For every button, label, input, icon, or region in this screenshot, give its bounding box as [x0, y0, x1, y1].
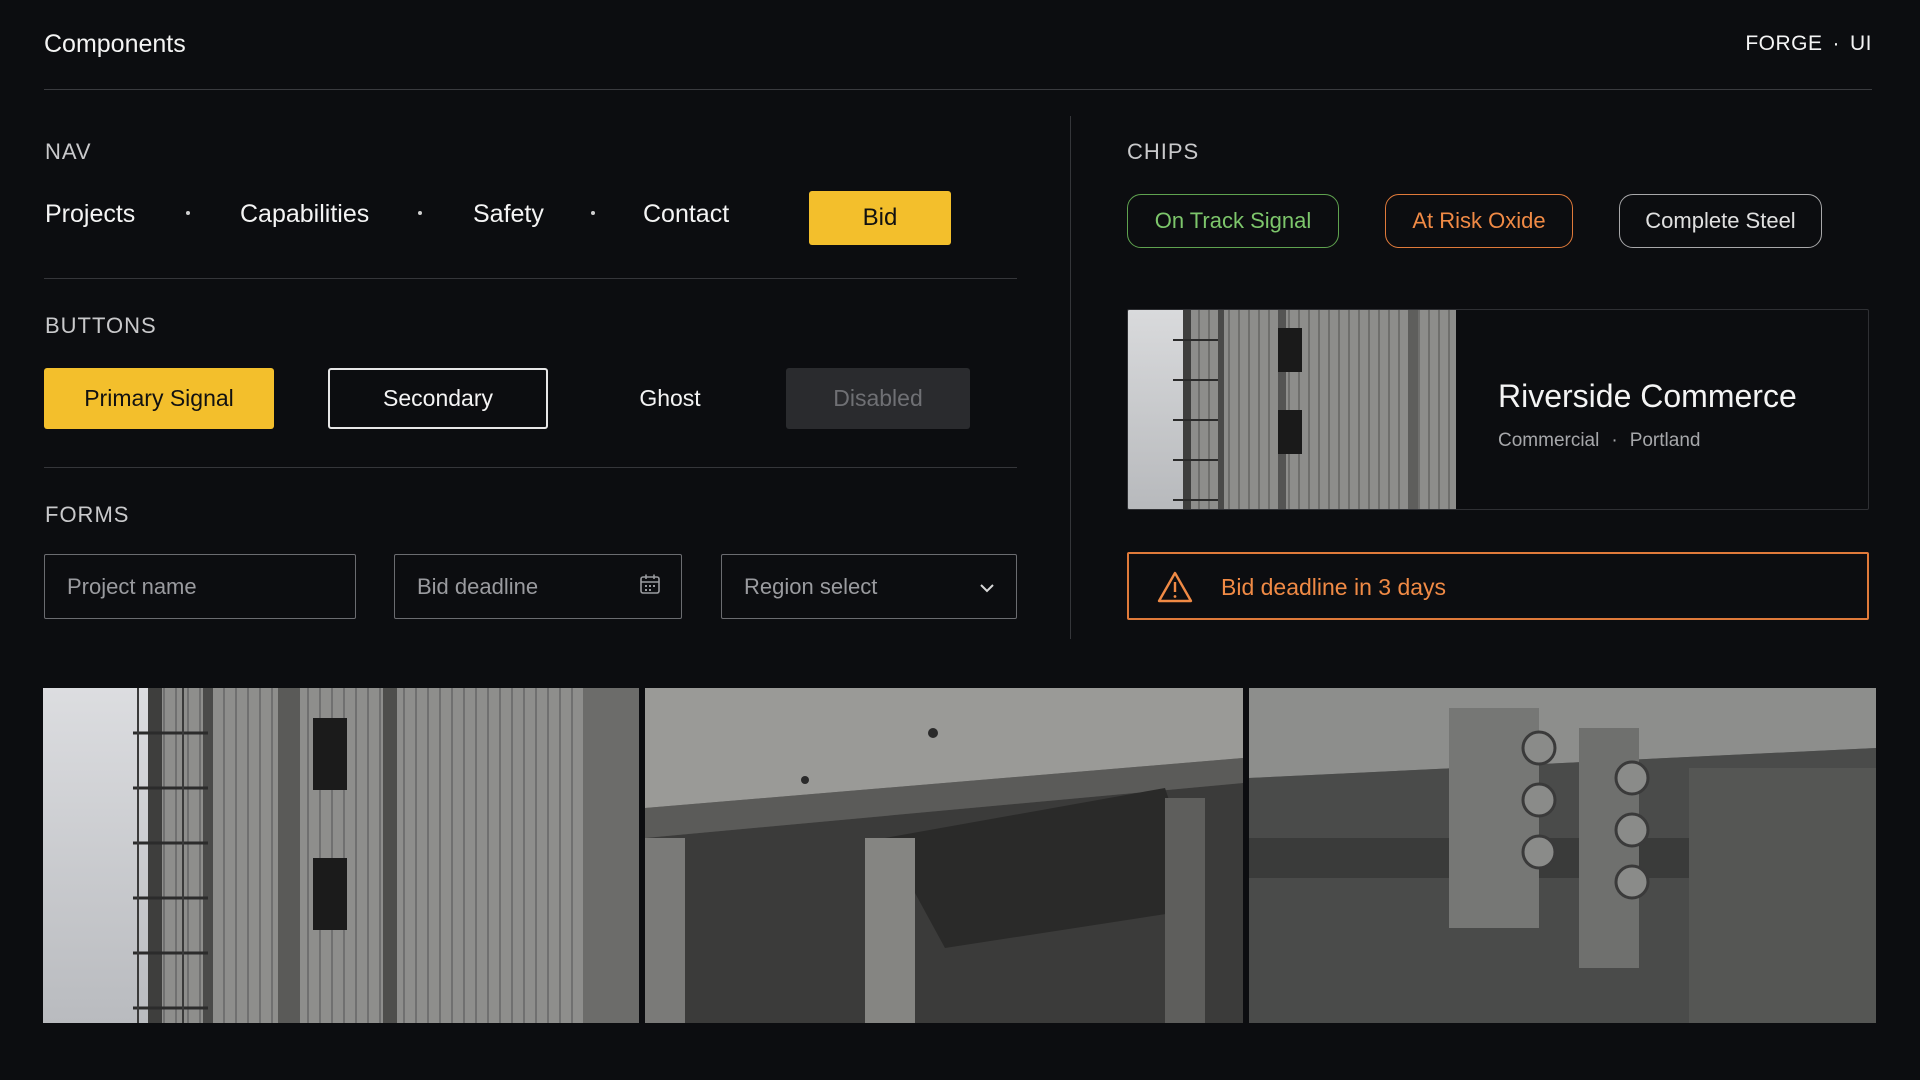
project-card-title: Riverside Commerce: [1498, 378, 1797, 414]
nav-separator-dot: [186, 211, 190, 215]
secondary-button[interactable]: Secondary: [328, 368, 548, 429]
nav-item-contact[interactable]: Contact: [643, 200, 729, 229]
section-label-nav: NAV: [45, 139, 92, 164]
ghost-button[interactable]: Ghost: [600, 368, 740, 429]
nav-separator-dot: [591, 211, 595, 215]
divider: [44, 467, 1017, 468]
alert-message: Bid deadline in 3 days: [1221, 574, 1447, 600]
nav-separator-dot: [418, 211, 422, 215]
photo-concrete-frame: [645, 688, 1243, 1023]
column-divider: [1070, 116, 1071, 639]
warning-icon: [1156, 570, 1194, 609]
section-label-forms: FORMS: [45, 502, 130, 527]
section-label-chips: CHIPS: [1127, 139, 1200, 164]
primary-button[interactable]: Primary Signal: [44, 368, 274, 429]
nav-item-capabilities[interactable]: Capabilities: [240, 200, 369, 229]
bid-deadline-placeholder: Bid deadline: [417, 573, 539, 599]
meta-separator: ·: [1611, 430, 1618, 451]
deadline-alert: Bid deadline in 3 days: [1127, 552, 1869, 620]
project-name-placeholder: Project name: [67, 573, 197, 599]
project-card-meta: Commercial · Portland: [1498, 430, 1700, 452]
nav-item-safety[interactable]: Safety: [473, 200, 544, 229]
brand-suffix: UI: [1850, 32, 1872, 55]
chip-at-risk[interactable]: At Risk Oxide: [1385, 194, 1573, 248]
header: Components FORGE · UI: [44, 0, 1872, 90]
page-title: Components: [44, 30, 186, 58]
photo-facade: [43, 688, 639, 1023]
bid-deadline-input[interactable]: Bid deadline: [394, 554, 682, 619]
project-card-image: [1128, 310, 1456, 509]
region-select[interactable]: Region select: [721, 554, 1017, 619]
region-select-value: Region select: [744, 573, 878, 599]
brand-separator: ·: [1832, 32, 1840, 55]
divider: [44, 278, 1017, 279]
brand-mark: FORGE · UI: [1745, 32, 1872, 56]
section-label-buttons: BUTTONS: [45, 313, 157, 338]
nav-item-projects[interactable]: Projects: [45, 200, 135, 229]
calendar-icon[interactable]: [639, 573, 661, 601]
disabled-button: Disabled: [786, 368, 970, 429]
project-card[interactable]: Riverside Commerce Commercial · Portland: [1127, 309, 1869, 510]
project-name-input[interactable]: Project name: [44, 554, 356, 619]
chevron-down-icon: [978, 574, 996, 600]
bid-button[interactable]: Bid: [809, 191, 951, 245]
photo-steel-bolts: [1249, 688, 1876, 1023]
chip-on-track[interactable]: On Track Signal: [1127, 194, 1339, 248]
brand-name: FORGE: [1745, 32, 1823, 55]
project-card-location: Portland: [1629, 430, 1701, 451]
project-card-category: Commercial: [1498, 430, 1600, 451]
chip-complete[interactable]: Complete Steel: [1619, 194, 1822, 248]
